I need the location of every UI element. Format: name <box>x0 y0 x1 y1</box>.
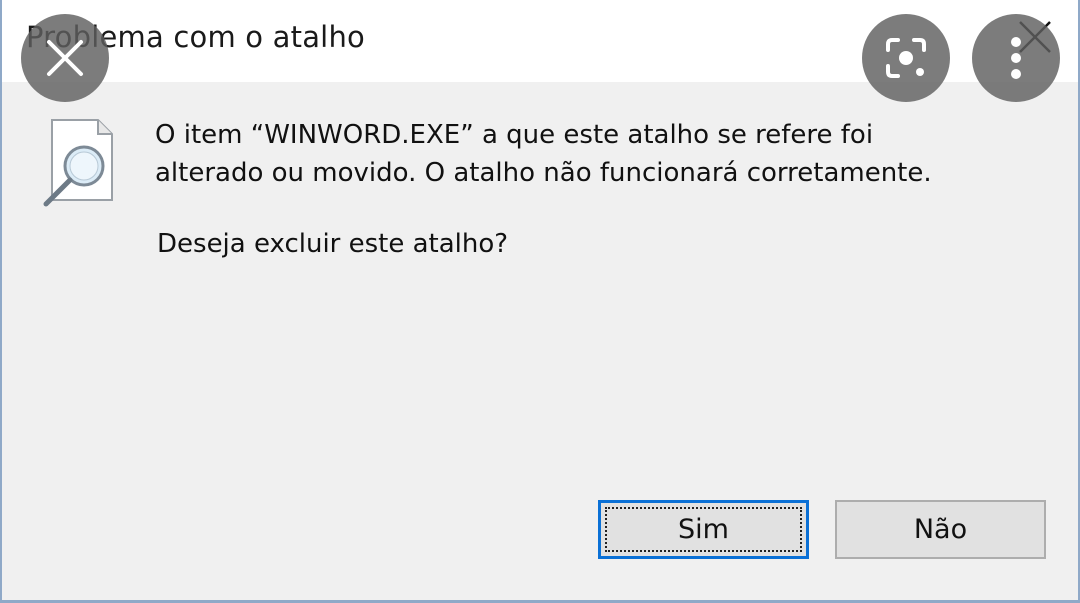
yes-button-label: Sim <box>678 514 729 545</box>
yes-button[interactable]: Sim <box>598 500 809 559</box>
close-icon <box>47 40 83 76</box>
file-search-icon <box>40 118 116 214</box>
message-line-2: alterado ou movido. O atalho não funcion… <box>155 158 932 188</box>
dialog-content: O item “WINWORD.EXE” a que este atalho s… <box>2 82 1078 603</box>
overlay-close-button[interactable] <box>21 14 109 102</box>
no-button[interactable]: Não <box>835 500 1046 559</box>
message-text: O item “WINWORD.EXE” a que este atalho s… <box>155 116 932 192</box>
question-text: Deseja excluir este atalho? <box>157 229 509 259</box>
no-button-label: Não <box>913 514 968 545</box>
lens-icon <box>886 38 926 78</box>
overlay-lens-button[interactable] <box>862 14 950 102</box>
more-vertical-icon <box>1011 37 1021 79</box>
message-line-1: O item “WINWORD.EXE” a que este atalho s… <box>155 120 874 150</box>
overlay-more-button[interactable] <box>972 14 1060 102</box>
